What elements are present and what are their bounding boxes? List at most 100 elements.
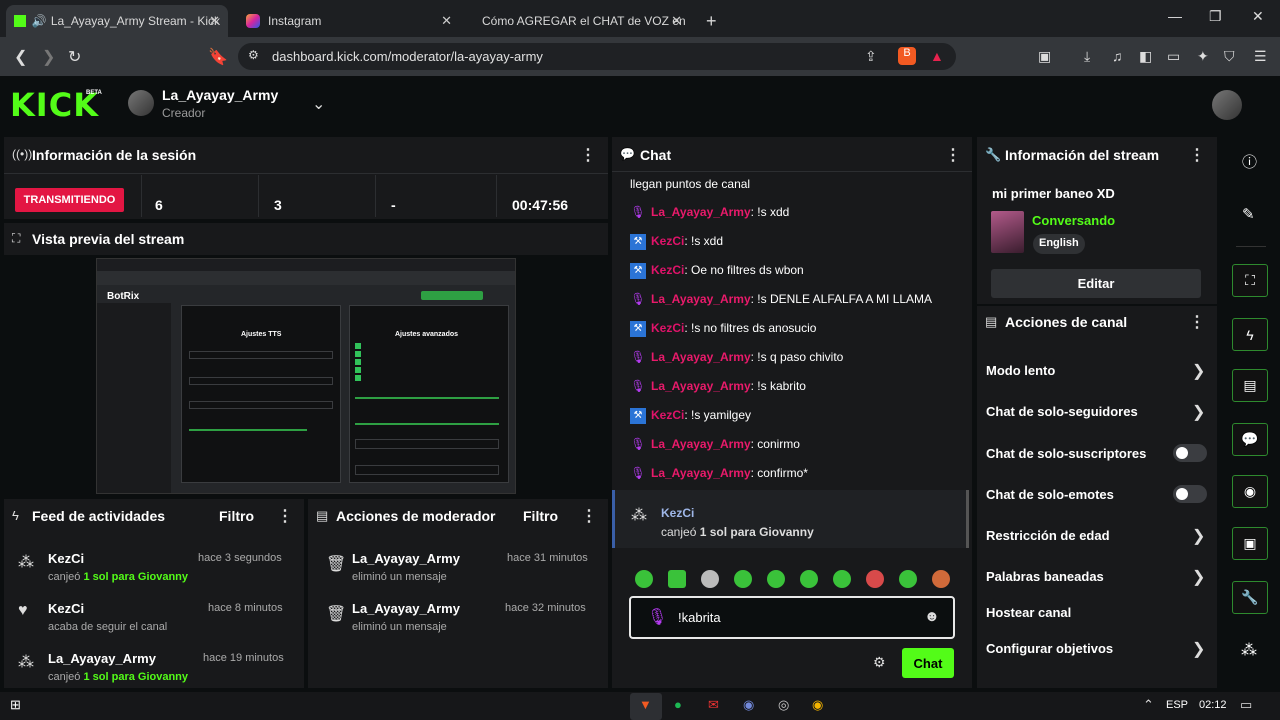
chat-username[interactable]: La_Ayayay_Army [651, 379, 751, 393]
chat-username[interactable]: KezCi [651, 408, 684, 422]
mod-user[interactable]: La_Ayayay_Army [352, 601, 460, 616]
broadcast-icon[interactable]: ◉ [1232, 475, 1268, 508]
new-tab-button[interactable]: + [698, 5, 722, 37]
user-avatar[interactable] [1212, 90, 1242, 120]
more-options-icon[interactable]: ⋮ [581, 506, 597, 526]
stream-preview-video[interactable]: BotRix Ajustes TTS Ajustes avanzados [96, 258, 516, 494]
back-icon[interactable]: ❮ [14, 47, 27, 67]
emote-icon[interactable] [635, 570, 653, 588]
emote-icon[interactable] [932, 570, 950, 588]
reload-icon[interactable]: ↻ [68, 47, 81, 67]
forward-icon[interactable]: ❯ [42, 47, 55, 67]
tab-kick-stream[interactable]: 🔊 La_Ayayay_Army Stream - Kick ✕ [6, 5, 228, 37]
more-options-icon[interactable]: ⋮ [580, 145, 596, 165]
vpn-shield-icon[interactable]: ⛉ [1224, 48, 1235, 65]
chevron-right-icon[interactable]: ❯ [1192, 361, 1205, 381]
goals-setting[interactable]: Configurar objetivos [986, 641, 1113, 656]
emotes-only-toggle[interactable] [1173, 485, 1207, 503]
minimize-icon[interactable]: — [1168, 8, 1182, 24]
emote-icon[interactable] [800, 570, 818, 588]
chevron-down-icon[interactable]: ⌄ [312, 94, 325, 114]
send-chat-button[interactable]: Chat [902, 648, 954, 678]
age-restriction-setting[interactable]: Restricción de edad [986, 528, 1110, 543]
chat-scrollbar[interactable] [966, 490, 969, 548]
spotify-taskbar-icon[interactable]: ● [674, 697, 682, 712]
chat-icon[interactable]: 💬 [1232, 423, 1268, 456]
chevron-right-icon[interactable]: ❯ [1192, 639, 1205, 659]
more-options-icon[interactable]: ⋮ [945, 145, 961, 165]
maximize-icon[interactable]: ❐ [1209, 8, 1222, 25]
notifications-icon[interactable]: ▭ [1240, 697, 1252, 713]
chat-username[interactable]: La_Ayayay_Army [651, 292, 751, 306]
emote-icon[interactable] [668, 570, 686, 588]
document-icon[interactable]: ▤ [1232, 369, 1268, 402]
music-icon[interactable]: ♫ [1112, 48, 1123, 64]
windows-start-icon[interactable]: ⊞ [10, 697, 21, 713]
chat-username[interactable]: La_Ayayay_Army [651, 350, 751, 364]
tab-youtube[interactable]: Cómo AGREGAR el CHAT de VOZ en ✕ [468, 5, 690, 37]
close-icon[interactable]: ✕ [441, 13, 452, 29]
download-icon[interactable]: ⤓ [1084, 48, 1090, 65]
tray-chevron-icon[interactable]: ⌃ [1143, 697, 1154, 713]
stream-category[interactable]: Conversando [1032, 213, 1115, 228]
redeem-user[interactable]: KezCi [661, 506, 694, 520]
discord-taskbar-icon[interactable]: ◉ [743, 697, 754, 713]
chat-username[interactable]: La_Ayayay_Army [651, 437, 751, 451]
subscribers-only-toggle[interactable] [1173, 444, 1207, 462]
emote-icon[interactable] [833, 570, 851, 588]
emote-icon[interactable] [767, 570, 785, 588]
close-window-icon[interactable]: ✕ [1252, 8, 1264, 25]
brave-rewards-icon[interactable]: ▲ [930, 48, 944, 64]
more-options-icon[interactable]: ⋮ [1189, 145, 1205, 165]
slow-mode-setting[interactable]: Modo lento [986, 363, 1055, 378]
emote-icon[interactable] [866, 570, 884, 588]
obs-taskbar-icon[interactable]: ◎ [778, 697, 789, 713]
mod-user[interactable]: La_Ayayay_Army [352, 551, 460, 566]
tab-instagram[interactable]: Instagram ✕ [238, 5, 460, 37]
brave-taskbar-icon[interactable]: ▼ [639, 697, 652, 712]
edit-stream-button[interactable]: Editar [991, 269, 1201, 298]
keyboard-language[interactable]: ESP [1166, 699, 1188, 711]
chat-username[interactable]: KezCi [651, 234, 684, 248]
chat-username[interactable]: La_Ayayay_Army [651, 466, 751, 480]
category-thumbnail[interactable] [991, 211, 1024, 253]
emote-icon[interactable] [899, 570, 917, 588]
emote-icon[interactable] [734, 570, 752, 588]
share-icon[interactable]: ⇪ [865, 48, 877, 65]
menu-icon[interactable]: ☰ [1254, 48, 1267, 65]
mail-taskbar-icon[interactable]: ✉ [708, 697, 719, 713]
chat-input-text[interactable]: !kabrita [678, 610, 721, 625]
followers-only-setting[interactable]: Chat de solo-seguidores [986, 404, 1138, 419]
leo-ai-icon[interactable]: ✦ [1197, 48, 1209, 65]
site-info-icon[interactable]: ⚙ [248, 48, 259, 62]
more-options-icon[interactable]: ⋮ [277, 506, 293, 526]
mod-tools-icon[interactable]: ▣ [1232, 527, 1268, 560]
chrome-taskbar-icon[interactable]: ◉ [812, 697, 823, 713]
chevron-right-icon[interactable]: ❯ [1192, 402, 1205, 422]
lightning-icon[interactable]: ϟ [1232, 318, 1268, 351]
chat-username[interactable]: KezCi [651, 263, 684, 277]
clock[interactable]: 02:12 [1199, 699, 1227, 711]
chat-username[interactable]: KezCi [651, 321, 684, 335]
brave-shield-icon[interactable]: B [898, 47, 916, 65]
feed-user[interactable]: La_Ayayay_Army [48, 651, 156, 666]
screen-capture-icon[interactable]: ⛶ [1232, 264, 1268, 297]
wrench-icon[interactable]: 🔧 [1232, 581, 1268, 614]
chat-username[interactable]: La_Ayayay_Army [651, 205, 751, 219]
feed-user[interactable]: KezCi [48, 601, 84, 616]
feed-user[interactable]: KezCi [48, 551, 84, 566]
banned-words-setting[interactable]: Palabras baneadas [986, 569, 1104, 584]
pencil-icon[interactable]: ✎ [1242, 205, 1255, 223]
emote-icon[interactable] [701, 570, 719, 588]
feed-filter-button[interactable]: Filtro [219, 508, 254, 524]
bookmark-icon[interactable]: 🔖 [208, 47, 228, 67]
close-icon[interactable]: ✕ [671, 13, 682, 29]
wallet-icon[interactable]: ▭ [1167, 48, 1180, 65]
mod-filter-button[interactable]: Filtro [523, 508, 558, 524]
info-icon[interactable]: ⓘ [1242, 151, 1257, 172]
screenshot-icon[interactable]: ▣ [1038, 48, 1051, 65]
more-options-icon[interactable]: ⋮ [1189, 312, 1205, 332]
close-icon[interactable]: ✕ [209, 13, 220, 29]
redeem-icon[interactable]: ⁂ [1241, 640, 1257, 660]
url-text[interactable]: dashboard.kick.com/moderator/la-ayayay-a… [272, 49, 543, 64]
